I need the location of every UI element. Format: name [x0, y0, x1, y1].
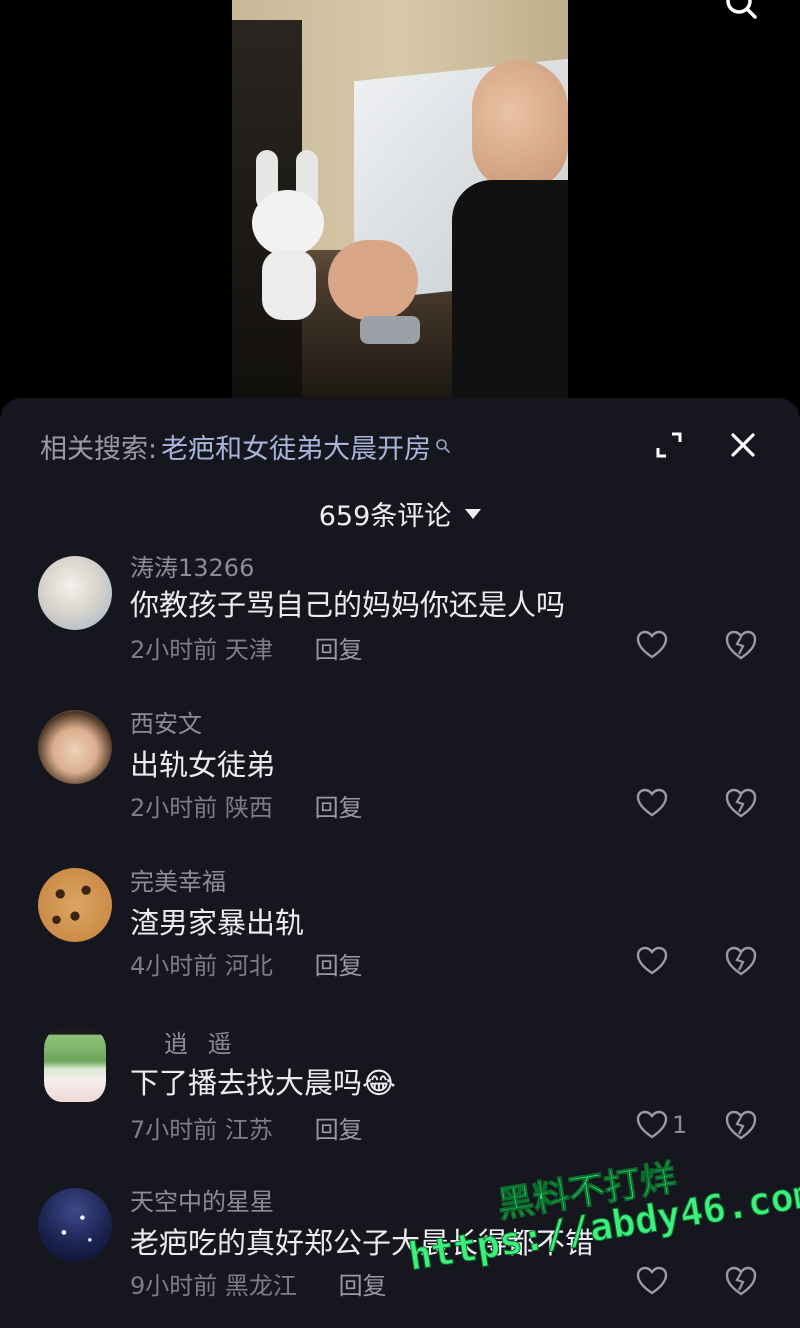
related-search[interactable]: 相关搜索: 老疤和女徒弟大晨开房	[40, 426, 451, 466]
reply-button[interactable]: 回复	[315, 794, 363, 822]
related-search-query[interactable]: 老疤和女徒弟大晨开房	[161, 427, 431, 466]
heart-icon	[636, 630, 668, 659]
reply-button[interactable]: 回复	[315, 1116, 363, 1144]
video-plush-toy	[238, 150, 338, 320]
reply-button[interactable]: 回复	[315, 636, 363, 664]
like-button[interactable]	[636, 786, 672, 820]
comment-location: 天津	[224, 636, 273, 664]
comment-location: 黑龙江	[224, 1272, 297, 1300]
close-icon[interactable]	[726, 428, 760, 462]
comment-text[interactable]: 出轨女徒弟	[130, 742, 275, 784]
comment-meta: 9小时前 黑龙江 回复	[130, 1266, 387, 1301]
comment-item: 完美幸福 渣男家暴出轨 4小时前 河北 回复	[0, 860, 800, 1010]
comment-text[interactable]: 你教孩子骂自己的妈妈你还是人吗	[130, 582, 565, 624]
heart-icon	[636, 1110, 668, 1139]
comment-time: 2小时前	[130, 636, 218, 664]
comment-username[interactable]: 西安文	[130, 704, 202, 739]
like-count: 1	[672, 1111, 688, 1139]
video-hand	[328, 240, 418, 320]
expand-icon[interactable]	[652, 428, 686, 462]
comment-meta: 2小时前 陕西 回复	[130, 788, 363, 823]
broken-heart-icon[interactable]	[724, 628, 758, 662]
comment-username[interactable]: 逍 遥	[164, 1024, 238, 1059]
comment-count-label: 659条评论	[318, 501, 452, 532]
broken-heart-icon[interactable]	[724, 786, 758, 820]
reply-button[interactable]: 回复	[339, 1272, 387, 1300]
heart-icon	[636, 946, 668, 975]
broken-heart-icon[interactable]	[724, 944, 758, 978]
heart-icon	[636, 788, 668, 817]
avatar[interactable]	[38, 556, 112, 630]
like-button[interactable]	[636, 944, 672, 978]
avatar[interactable]	[44, 1028, 106, 1102]
avatar[interactable]	[38, 868, 112, 942]
comment-location: 陕西	[224, 794, 273, 822]
comment-location: 江苏	[224, 1116, 273, 1144]
comment-username[interactable]: 涛涛13266	[130, 548, 254, 583]
comment-time: 9小时前	[130, 1272, 218, 1300]
avatar[interactable]	[38, 710, 112, 784]
like-button[interactable]: 1	[636, 1108, 687, 1142]
search-icon[interactable]	[724, 0, 758, 20]
video-frame[interactable]	[232, 0, 568, 400]
comment-item: 涛涛13266 你教孩子骂自己的妈妈你还是人吗 2小时前 天津 回复	[0, 548, 800, 690]
like-button[interactable]	[636, 628, 672, 662]
reply-button[interactable]: 回复	[315, 952, 363, 980]
comment-text[interactable]: 下了播去找大晨吗😂	[130, 1060, 396, 1102]
comment-meta: 2小时前 天津 回复	[130, 630, 363, 665]
comment-username[interactable]: 完美幸福	[130, 862, 226, 897]
comment-location: 河北	[224, 952, 273, 980]
comment-meta: 4小时前 河北 回复	[130, 946, 363, 981]
comment-meta: 7小时前 江苏 回复	[130, 1110, 363, 1145]
comment-time: 4小时前	[130, 952, 218, 980]
video-watch	[360, 316, 420, 344]
comment-time: 7小时前	[130, 1116, 218, 1144]
comment-time: 2小时前	[130, 794, 218, 822]
video-person	[452, 60, 568, 400]
related-search-prefix: 相关搜索:	[40, 433, 158, 465]
search-icon	[436, 439, 450, 453]
comment-username[interactable]: 天空中的星星	[130, 1182, 274, 1217]
comment-item: 西安文 出轨女徒弟 2小时前 陕西 回复	[0, 702, 800, 852]
video-player[interactable]	[0, 0, 800, 400]
avatar[interactable]	[38, 1188, 112, 1262]
caret-down-icon	[465, 508, 482, 519]
comment-text[interactable]: 渣男家暴出轨	[130, 900, 304, 942]
comment-count[interactable]: 659条评论	[0, 494, 800, 533]
broken-heart-icon[interactable]	[724, 1264, 758, 1298]
